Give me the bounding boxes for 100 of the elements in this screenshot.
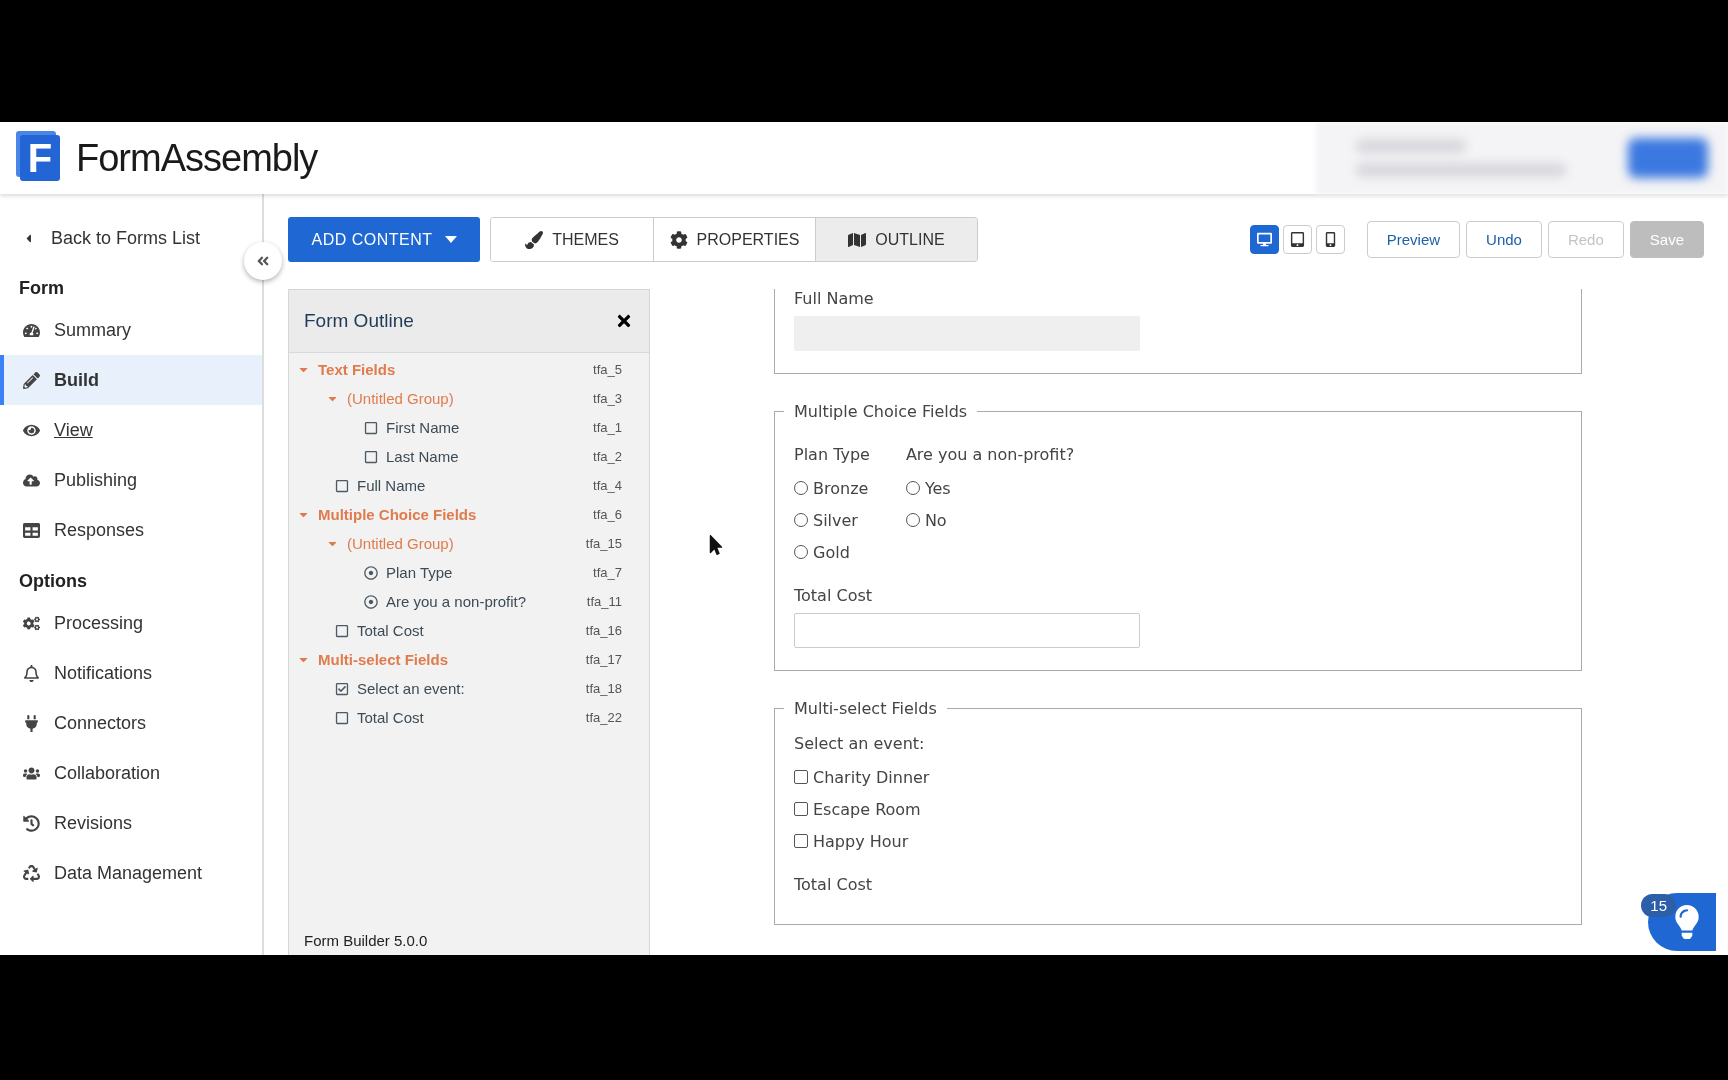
checkbox[interactable] <box>794 802 808 816</box>
panel-title: Form Outline <box>304 310 414 332</box>
desktop-view-button[interactable] <box>1249 225 1279 254</box>
sidebar-item[interactable]: Notifications <box>0 648 262 698</box>
sidebar-item[interactable]: Collaboration <box>0 748 262 798</box>
field-id: tfa_15 <box>585 536 622 551</box>
radio-option[interactable]: Yes <box>905 472 1075 504</box>
outline-item[interactable]: Full Name tfa_4 <box>289 471 649 500</box>
radio-option[interactable]: Bronze <box>794 472 870 504</box>
field-id: tfa_6 <box>593 507 622 522</box>
outline-item[interactable]: Multiple Choice Fields tfa_6 <box>289 500 649 529</box>
checkbox-option[interactable]: Happy Hour <box>794 825 1562 857</box>
outline-item[interactable]: Multi-select Fields tfa_17 <box>289 645 649 674</box>
sidebar-item[interactable]: Responses <box>0 505 262 555</box>
map-icon <box>848 230 867 249</box>
checkbox[interactable] <box>794 834 808 848</box>
fieldset-legend: Multi-select Fields <box>784 699 947 718</box>
radio-option[interactable]: Silver <box>794 504 870 536</box>
pencil-icon <box>23 371 40 389</box>
action-button[interactable]: Preview <box>1366 221 1461 258</box>
collapse-button[interactable] <box>244 242 282 280</box>
outline-item-label: Full Name <box>357 477 427 494</box>
outline-item[interactable]: Total Cost tfa_22 <box>289 703 649 732</box>
outline-item[interactable]: (Untitled Group) tfa_15 <box>289 529 649 558</box>
sidebar-item[interactable]: View <box>0 405 262 455</box>
field-label: Select an event: <box>794 734 926 753</box>
outline-item-label: Last Name <box>386 448 460 465</box>
outline-item-label: Total Cost <box>357 709 425 726</box>
outline-item[interactable]: Text Fields tfa_5 <box>289 355 649 384</box>
radio-option[interactable]: No <box>905 504 1075 536</box>
outline-item-label: Total Cost <box>357 622 425 639</box>
outline-item[interactable]: First Name tfa_1 <box>289 413 649 442</box>
sidebar-item[interactable]: Connectors <box>0 698 262 748</box>
checked-box-icon <box>335 681 349 696</box>
back-link[interactable]: Back to Forms List <box>0 214 262 262</box>
recycle-icon <box>23 864 40 882</box>
checkbox-option[interactable]: Escape Room <box>794 793 1562 825</box>
outline-item[interactable]: Select an event: tfa_18 <box>289 674 649 703</box>
text-input[interactable] <box>794 613 1140 648</box>
field-id: tfa_11 <box>586 594 622 609</box>
checkbox-outline-icon <box>335 478 349 493</box>
sidebar-item[interactable]: Summary <box>0 305 262 355</box>
field-id: tfa_16 <box>585 623 622 638</box>
sidebar-item[interactable]: Publishing <box>0 455 262 505</box>
checkbox-outline-icon <box>335 623 349 638</box>
table-icon <box>23 521 40 539</box>
outline-item[interactable]: Last Name tfa_2 <box>289 442 649 471</box>
action-button[interactable]: Undo <box>1466 221 1542 258</box>
toolbar-tab[interactable]: OUTLINE <box>815 218 977 261</box>
plug-icon <box>23 714 40 732</box>
count-badge: 15 <box>1641 894 1676 917</box>
tablet-view-button[interactable] <box>1282 225 1312 254</box>
sidebar-item[interactable]: Processing <box>0 598 262 648</box>
field-id: tfa_4 <box>593 478 622 493</box>
outline-item-label: (Untitled Group) <box>347 535 455 552</box>
double-chevron-icon <box>256 254 270 268</box>
close-button[interactable] <box>615 312 633 330</box>
outline-item[interactable]: Are you a non-profit? tfa_11 <box>289 587 649 616</box>
gauge-icon <box>23 321 40 339</box>
field-id: tfa_2 <box>593 449 622 464</box>
outline-item[interactable]: Plan Type tfa_7 <box>289 558 649 587</box>
bell-icon <box>23 664 40 682</box>
outline-item-label: First Name <box>386 419 461 436</box>
phone-view-button[interactable] <box>1315 225 1345 254</box>
field-label: Plan Type <box>794 445 870 464</box>
outline-item-label: Plan Type <box>386 564 454 581</box>
outline-item[interactable]: (Untitled Group) tfa_3 <box>289 384 649 413</box>
add-content-button[interactable]: ADD CONTENT <box>288 217 480 262</box>
field-id: tfa_17 <box>585 652 622 667</box>
sidebar-item[interactable]: Revisions <box>0 798 262 848</box>
outline-item-label: Multi-select Fields <box>318 651 450 668</box>
radio-option[interactable]: Gold <box>794 536 870 568</box>
field-label: Are you a non-profit? <box>905 445 1075 464</box>
fieldset-legend: Multiple Choice Fields <box>784 402 978 421</box>
checkbox-outline-icon <box>364 420 378 435</box>
field-id: tfa_18 <box>585 681 622 696</box>
sidebar-item[interactable]: Build <box>0 355 262 405</box>
paintbrush-icon <box>525 230 544 249</box>
field-id: tfa_22 <box>585 710 622 725</box>
checkbox[interactable] <box>794 770 808 784</box>
tablet-icon <box>1289 232 1305 247</box>
field-label: Full Name <box>794 289 875 308</box>
checkbox-option[interactable]: Charity Dinner <box>794 761 1562 793</box>
outline-item-label: Multiple Choice Fields <box>318 506 478 523</box>
outline-item-label: (Untitled Group) <box>347 390 455 407</box>
gears-icon <box>23 614 40 632</box>
sidebar-heading: Form <box>18 277 65 300</box>
caret-icon <box>444 236 457 243</box>
outline-item[interactable]: Total Cost tfa_16 <box>289 616 649 645</box>
checkbox-outline-icon <box>335 710 349 725</box>
logo-text: FormAssembly <box>76 136 318 180</box>
field-label: Total Cost <box>794 875 874 894</box>
checkbox-outline-icon <box>364 449 378 464</box>
field-id: tfa_7 <box>593 565 622 580</box>
field-label: Total Cost <box>794 586 874 605</box>
history-icon <box>23 814 40 832</box>
outline-item-label: Select an event: <box>357 680 466 697</box>
sidebar-item[interactable]: Data Management <box>0 848 262 898</box>
field-id: tfa_3 <box>593 391 622 406</box>
desktop-icon <box>1256 232 1272 247</box>
